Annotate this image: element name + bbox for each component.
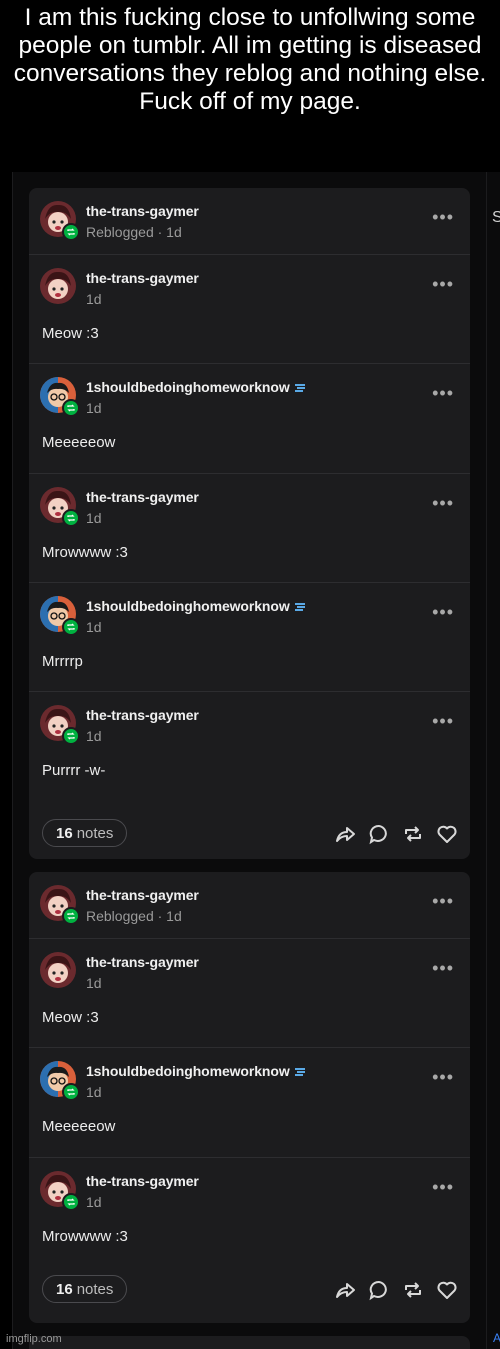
entry-text: Mrrrrp [42,653,83,670]
thread-entry: the-trans-gaymer 1d ••• Mrowwww :3 [29,474,470,583]
sidebar-edge-text: S [492,209,500,226]
anime-avatar-icon[interactable] [40,201,80,241]
anime-avatar-icon[interactable] [40,268,76,304]
entry-time: 1d [86,400,102,416]
anime-avatar-icon[interactable] [40,1171,80,1211]
entry-text: Meeeeeow [42,434,116,451]
reblogged-meta: Reblogged · 1d [86,224,182,240]
reblog-header: the-trans-gaymer Reblogged · 1d ••• [29,872,470,939]
entry-username[interactable]: 1shouldbedoinghomeworknow [86,598,306,614]
entry-username[interactable]: the-trans-gaymer [86,1173,199,1189]
notes-button[interactable]: 16 notes [42,1275,128,1303]
anime-avatar-icon[interactable] [40,487,80,527]
reblog-badge-icon [62,618,80,636]
reblog-badge-icon [62,1083,80,1101]
post-actions [334,1279,458,1301]
thread-entry: the-trans-gaymer 1d ••• Meow :3 [29,939,470,1048]
verified-badge-icon [294,1068,305,1076]
notes-count: 16 [56,824,73,842]
reblog-badge-icon [62,223,80,241]
reblog-badge-icon [62,399,80,417]
entry-text: Mrowwww :3 [42,544,128,561]
entry-username[interactable]: the-trans-gaymer [86,489,199,505]
thread-entry: 1shouldbedoinghomeworknow 1d ••• Meeeeeo… [29,1048,470,1158]
entry-text: Meow :3 [42,325,99,342]
reblogged-meta: Reblogged · 1d [86,908,182,924]
more-options-icon[interactable]: ••• [432,1068,454,1086]
glasses-avatar-icon[interactable] [40,1061,80,1101]
post-card: the-trans-gaymer Reblogged · 1d ••• the-… [29,872,470,1323]
entry-username[interactable]: 1shouldbedoinghomeworknow [86,379,306,395]
thread-entry: 1shouldbedoinghomeworknow 1d ••• Meeeeeo… [29,364,470,474]
verified-badge-icon [294,384,305,392]
reblog-badge-icon [62,1193,80,1211]
entry-text: Purrrr -w- [42,762,106,779]
more-options-icon[interactable]: ••• [432,892,454,910]
entry-time: 1d [86,1194,102,1210]
reblog-header: the-trans-gaymer Reblogged · 1d ••• [29,188,470,255]
more-options-icon[interactable]: ••• [432,712,454,730]
entry-time: 1d [86,975,102,991]
anime-avatar-icon[interactable] [40,705,80,745]
thread-entry: 1shouldbedoinghomeworknow 1d ••• Mrrrrp [29,583,470,692]
entry-time: 1d [86,728,102,744]
post-card: the-trans-gaymer Reblogged · 1d ••• the-… [29,188,470,859]
next-post-card-peek [29,1336,470,1349]
more-options-icon[interactable]: ••• [432,384,454,402]
more-options-icon[interactable]: ••• [432,959,454,977]
entry-username[interactable]: 1shouldbedoinghomeworknow [86,1063,306,1079]
imgflip-watermark: imgflip.com [6,1333,62,1345]
meme-caption: I am this fucking close to unfollwing so… [13,4,487,115]
sidebar-edge-link[interactable]: A [493,1331,500,1345]
entry-text: Meeeeeow [42,1118,116,1135]
reply-icon[interactable] [368,1279,390,1301]
verified-badge-icon [294,603,305,611]
reblog-badge-icon [62,727,80,745]
entry-username[interactable]: the-trans-gaymer [86,707,199,723]
reblogger-username[interactable]: the-trans-gaymer [86,203,199,219]
entry-time: 1d [86,291,102,307]
share-icon[interactable] [334,1279,356,1301]
glasses-avatar-icon[interactable] [40,596,80,636]
entry-text: Mrowwww :3 [42,1228,128,1245]
reblog-icon[interactable] [402,1279,424,1301]
notes-button[interactable]: 16 notes [42,819,128,847]
notes-label: notes [76,1280,114,1298]
feed-left-divider [12,172,13,1349]
more-options-icon[interactable]: ••• [432,494,454,512]
like-heart-icon[interactable] [436,1279,458,1301]
reblog-icon[interactable] [402,823,424,845]
notes-label: notes [76,824,114,842]
share-icon[interactable] [334,823,356,845]
entry-text: Meow :3 [42,1009,99,1026]
entry-time: 1d [86,510,102,526]
anime-avatar-icon[interactable] [40,952,76,988]
entry-username[interactable]: the-trans-gaymer [86,954,199,970]
thread-entry: the-trans-gaymer 1d ••• Purrrr -w- 16 no… [29,692,470,859]
entry-username[interactable]: the-trans-gaymer [86,270,199,286]
reblog-badge-icon [62,907,80,925]
more-options-icon[interactable]: ••• [432,1178,454,1196]
post-actions [334,823,458,845]
glasses-avatar-icon[interactable] [40,377,80,417]
reply-icon[interactable] [368,823,390,845]
more-options-icon[interactable]: ••• [432,208,454,226]
like-heart-icon[interactable] [436,823,458,845]
reblogger-username[interactable]: the-trans-gaymer [86,887,199,903]
more-options-icon[interactable]: ••• [432,603,454,621]
feed-right-divider [486,172,487,1349]
entry-time: 1d [86,619,102,635]
reblog-badge-icon [62,509,80,527]
entry-time: 1d [86,1084,102,1100]
thread-entry: the-trans-gaymer 1d ••• Meow :3 [29,255,470,364]
more-options-icon[interactable]: ••• [432,275,454,293]
anime-avatar-icon[interactable] [40,885,80,925]
thread-entry: the-trans-gaymer 1d ••• Mrowwww :3 16 no… [29,1158,470,1323]
notes-count: 16 [56,1280,73,1298]
